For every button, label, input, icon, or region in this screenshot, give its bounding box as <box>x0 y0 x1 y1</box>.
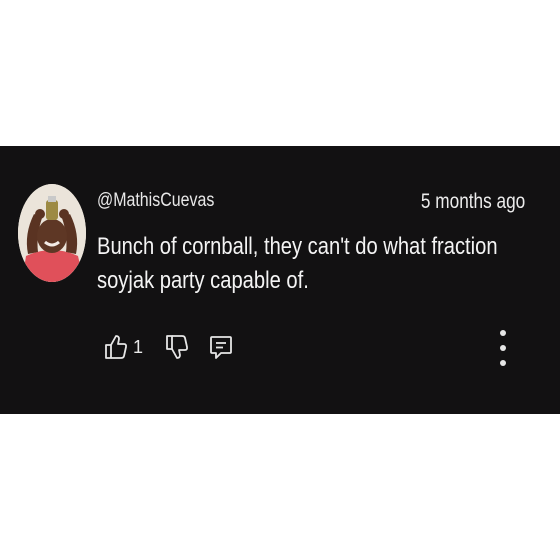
comment-body: Bunch of cornball, they can't do what fr… <box>97 230 534 298</box>
comment-timestamp[interactable]: 5 months ago <box>421 190 525 214</box>
thumbs-up-icon <box>105 335 127 359</box>
comment-text-line: soyjak party capable of. <box>97 267 309 294</box>
comment-author[interactable]: @MathisCuevas <box>97 190 214 212</box>
like-button[interactable]: 1 <box>104 330 143 364</box>
comment-text-line: Bunch of cornball, they can't do what fr… <box>97 233 498 260</box>
comment-reply-icon <box>210 336 232 359</box>
comment-actions: 1 <box>104 330 233 364</box>
like-count: 1 <box>133 336 144 357</box>
dislike-button[interactable] <box>165 330 189 364</box>
menu-dot <box>500 345 506 351</box>
screenshot-frame: @MathisCuevas 5 months ago Bunch of corn… <box>0 0 560 560</box>
menu-dot <box>500 330 506 336</box>
menu-dot <box>500 360 506 366</box>
avatar-photo-icon <box>18 184 86 282</box>
reply-button[interactable] <box>209 330 233 364</box>
more-vertical-icon[interactable] <box>494 330 512 366</box>
comment-card: @MathisCuevas 5 months ago Bunch of corn… <box>0 146 560 414</box>
avatar[interactable] <box>18 184 86 282</box>
thumbs-down-icon <box>166 335 188 359</box>
